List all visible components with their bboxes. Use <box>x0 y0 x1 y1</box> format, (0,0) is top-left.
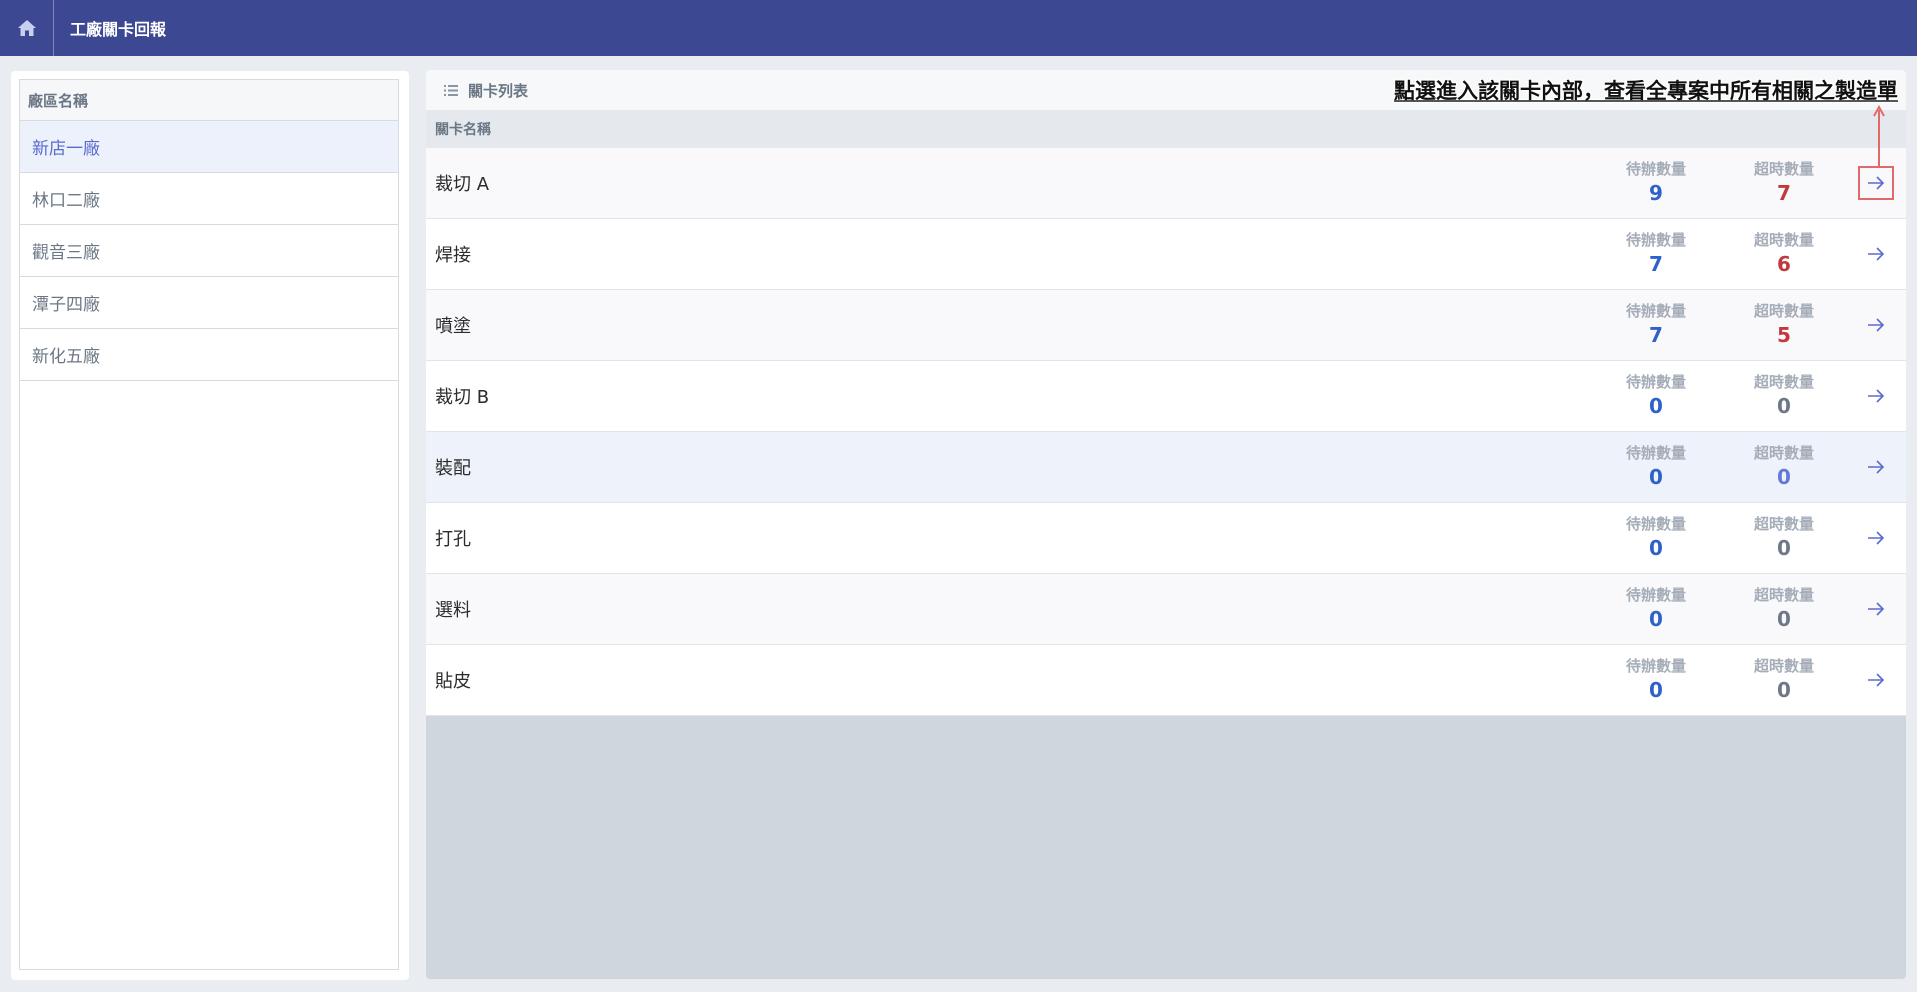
station-list-title: 關卡列表 <box>468 81 529 100</box>
station-name: 選料 <box>435 600 471 621</box>
arrow-right-icon <box>1868 389 1885 403</box>
enter-station-button[interactable] <box>1858 308 1894 342</box>
pending-stat: 待辦數量 7 <box>1592 231 1720 277</box>
pending-stat: 待辦數量 0 <box>1592 444 1720 490</box>
home-icon <box>17 20 36 36</box>
station-panel: 關卡列表 關卡名稱 裁切 A 待辦數量 9 超時數量 7 焊接 待辦數量 7 超… <box>426 70 1906 979</box>
pending-count: 0 <box>1649 394 1663 418</box>
pending-count: 9 <box>1649 181 1663 205</box>
list-icon <box>444 84 458 96</box>
overdue-stat: 超時數量 5 <box>1720 302 1848 348</box>
enter-station-button[interactable] <box>1858 450 1894 484</box>
enter-station-button[interactable] <box>1858 237 1894 271</box>
overdue-label: 超時數量 <box>1753 373 1814 391</box>
overdue-stat: 超時數量 0 <box>1720 373 1848 419</box>
overdue-count: 0 <box>1777 536 1791 560</box>
station-name: 焊接 <box>435 245 471 266</box>
pending-stat: 待辦數量 0 <box>1592 657 1720 703</box>
pending-label: 待辦數量 <box>1625 515 1686 533</box>
overdue-label: 超時數量 <box>1753 160 1814 178</box>
annotation-arrow <box>1873 104 1885 168</box>
station-name: 打孔 <box>435 529 471 550</box>
arrow-right-icon <box>1868 673 1885 687</box>
enter-station-button[interactable] <box>1858 379 1894 413</box>
overdue-label: 超時數量 <box>1753 231 1814 249</box>
station-row[interactable]: 裁切 A 待辦數量 9 超時數量 7 <box>426 148 1906 219</box>
station-name: 裁切 B <box>435 387 490 408</box>
pending-count: 0 <box>1649 678 1663 702</box>
column-header-station-name: 關卡名稱 <box>426 110 1906 148</box>
factory-item[interactable]: 林口二廠 <box>20 173 398 225</box>
pending-label: 待辦數量 <box>1625 373 1686 391</box>
factory-list-header: 廠區名稱 <box>20 80 398 121</box>
pending-count: 0 <box>1649 465 1663 489</box>
home-button[interactable] <box>0 0 54 56</box>
arrow-right-icon <box>1868 318 1885 332</box>
arrow-right-icon <box>1868 176 1885 190</box>
overdue-label: 超時數量 <box>1753 657 1814 675</box>
pending-label: 待辦數量 <box>1625 231 1686 249</box>
overdue-label: 超時數量 <box>1753 515 1814 533</box>
pending-count: 0 <box>1649 607 1663 631</box>
overdue-count: 0 <box>1777 607 1791 631</box>
pending-stat: 待辦數量 7 <box>1592 302 1720 348</box>
overdue-count: 0 <box>1777 678 1791 702</box>
station-name: 貼皮 <box>435 671 471 692</box>
pending-label: 待辦數量 <box>1625 302 1686 320</box>
enter-station-button[interactable] <box>1858 663 1894 697</box>
factory-item[interactable]: 潭子四廠 <box>20 277 398 329</box>
station-row[interactable]: 焊接 待辦數量 7 超時數量 6 <box>426 219 1906 290</box>
arrow-right-icon <box>1868 247 1885 261</box>
page-title: 工廠關卡回報 <box>70 20 167 39</box>
pending-label: 待辦數量 <box>1625 160 1686 178</box>
factory-item[interactable]: 新化五廠 <box>20 329 398 381</box>
overdue-count: 5 <box>1777 323 1791 347</box>
top-bar: 工廠關卡回報 <box>0 0 1917 56</box>
station-row[interactable]: 打孔 待辦數量 0 超時數量 0 <box>426 503 1906 574</box>
arrow-right-icon <box>1868 602 1885 616</box>
enter-station-button[interactable] <box>1858 592 1894 626</box>
station-row[interactable]: 裝配 待辦數量 0 超時數量 0 <box>426 432 1906 503</box>
overdue-stat: 超時數量 0 <box>1720 586 1848 632</box>
factory-panel: 廠區名稱 新店一廠 林口二廠 觀音三廠 潭子四廠 新化五廠 <box>11 71 409 980</box>
overdue-stat: 超時數量 0 <box>1720 657 1848 703</box>
station-name: 裝配 <box>435 458 471 479</box>
enter-station-button[interactable] <box>1858 166 1894 200</box>
pending-stat: 待辦數量 0 <box>1592 586 1720 632</box>
overdue-count: 0 <box>1777 465 1791 489</box>
pending-label: 待辦數量 <box>1625 444 1686 462</box>
pending-count: 0 <box>1649 536 1663 560</box>
arrow-right-icon <box>1868 460 1885 474</box>
station-name: 噴塗 <box>435 316 471 337</box>
overdue-stat: 超時數量 6 <box>1720 231 1848 277</box>
station-row[interactable]: 噴塗 待辦數量 7 超時數量 5 <box>426 290 1906 361</box>
pending-stat: 待辦數量 0 <box>1592 373 1720 419</box>
factory-list: 廠區名稱 新店一廠 林口二廠 觀音三廠 潭子四廠 新化五廠 <box>19 79 399 970</box>
pending-count: 7 <box>1649 252 1663 276</box>
pending-stat: 待辦數量 9 <box>1592 160 1720 206</box>
factory-item[interactable]: 新店一廠 <box>20 121 398 173</box>
overdue-stat: 超時數量 7 <box>1720 160 1848 206</box>
overdue-label: 超時數量 <box>1753 586 1814 604</box>
overdue-stat: 超時數量 0 <box>1720 444 1848 490</box>
station-row[interactable]: 選料 待辦數量 0 超時數量 0 <box>426 574 1906 645</box>
station-name: 裁切 A <box>435 174 490 195</box>
pending-count: 7 <box>1649 323 1663 347</box>
pending-stat: 待辦數量 0 <box>1592 515 1720 561</box>
pending-label: 待辦數量 <box>1625 586 1686 604</box>
overdue-stat: 超時數量 0 <box>1720 515 1848 561</box>
factory-item[interactable]: 觀音三廠 <box>20 225 398 277</box>
enter-station-button[interactable] <box>1858 521 1894 555</box>
overdue-label: 超時數量 <box>1753 302 1814 320</box>
overdue-count: 7 <box>1777 181 1791 205</box>
arrow-right-icon <box>1868 531 1885 545</box>
overdue-count: 0 <box>1777 394 1791 418</box>
station-row[interactable]: 裁切 B 待辦數量 0 超時數量 0 <box>426 361 1906 432</box>
overdue-count: 6 <box>1777 252 1791 276</box>
station-row[interactable]: 貼皮 待辦數量 0 超時數量 0 <box>426 645 1906 716</box>
pending-label: 待辦數量 <box>1625 657 1686 675</box>
annotation-text: 點選進入該關卡內部，查看全專案中所有相關之製造單 <box>1394 79 1898 103</box>
overdue-label: 超時數量 <box>1753 444 1814 462</box>
